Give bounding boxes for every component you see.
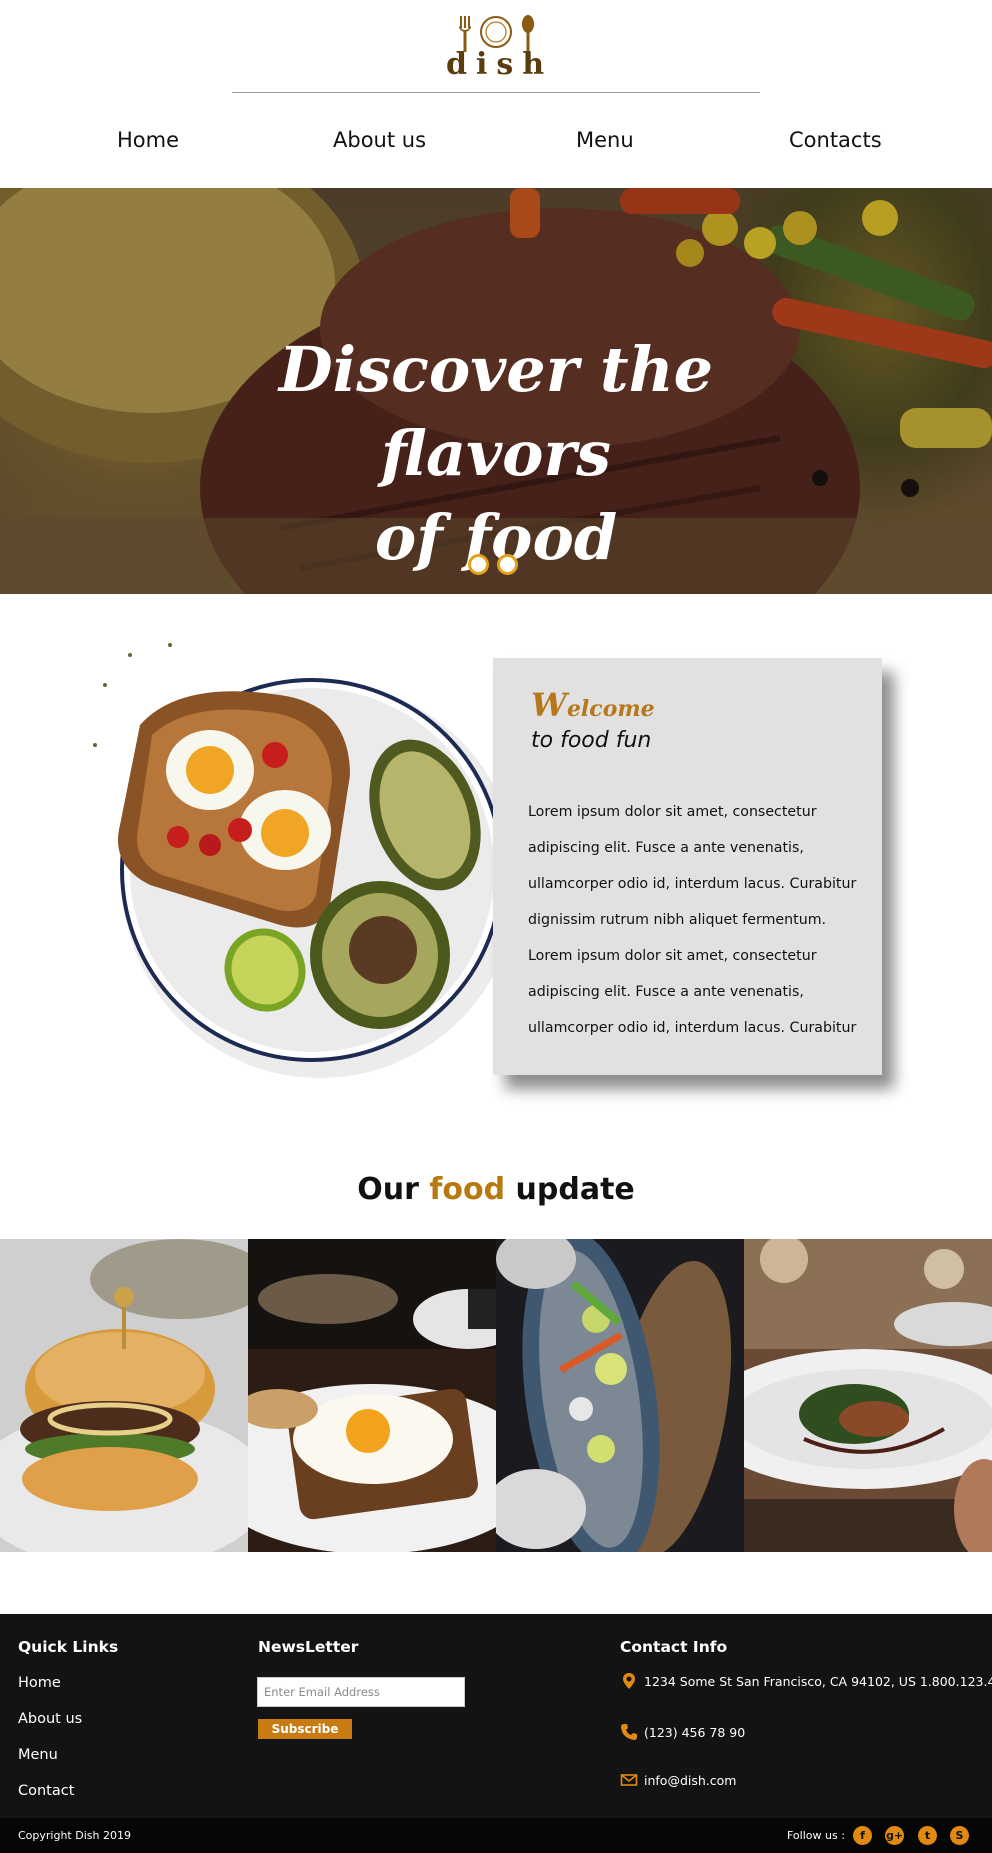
plated-dish-image bbox=[744, 1239, 992, 1552]
main-nav: Home About us Menu Contacts bbox=[0, 128, 992, 162]
grilled-fish-image bbox=[496, 1239, 744, 1552]
header-divider bbox=[232, 92, 760, 93]
google-plus-icon[interactable]: g+ bbox=[885, 1826, 904, 1845]
welcome-title-rest: elcome bbox=[566, 696, 655, 722]
dish-logo[interactable]: dish bbox=[446, 14, 546, 80]
hero-title-line-2: of food bbox=[374, 501, 618, 574]
grilled-fish-photo[interactable] bbox=[496, 1239, 744, 1552]
quick-links-heading: Quick Links bbox=[18, 1638, 119, 1656]
fried-egg-image bbox=[248, 1239, 496, 1552]
welcome-card: Welcome to food fun Lorem ipsum dolor si… bbox=[493, 658, 882, 1075]
skype-icon[interactable]: S bbox=[950, 1826, 969, 1845]
footer-link-contact[interactable]: Contact bbox=[18, 1783, 74, 1799]
facebook-icon[interactable]: f bbox=[853, 1826, 872, 1845]
burger-image bbox=[0, 1239, 248, 1552]
hero-title: Discover the flavors of food bbox=[160, 328, 832, 580]
contact-info-heading: Contact Info bbox=[620, 1638, 728, 1656]
logo-wordmark: dish bbox=[446, 47, 554, 82]
contact-phone: (123) 456 78 90 bbox=[644, 1725, 746, 1740]
footer-link-menu[interactable]: Menu bbox=[18, 1747, 58, 1763]
welcome-subtitle: to food fun bbox=[531, 728, 652, 753]
heading-word-update: update bbox=[515, 1172, 635, 1207]
nav-about-us[interactable]: About us bbox=[333, 128, 426, 152]
site-header: dish Home About us Menu Contacts bbox=[0, 0, 992, 188]
footer-link-about-us[interactable]: About us bbox=[18, 1711, 82, 1727]
site-footer: Quick Links Home About us Menu Contact N… bbox=[0, 1614, 992, 1818]
food-gallery bbox=[0, 1239, 992, 1552]
welcome-title: Welcome bbox=[531, 686, 655, 724]
map-pin-icon bbox=[623, 1673, 635, 1689]
contact-email[interactable]: info@dish.com bbox=[644, 1773, 736, 1788]
fried-egg-toast-photo[interactable] bbox=[248, 1239, 496, 1552]
nav-menu[interactable]: Menu bbox=[576, 128, 634, 152]
slider-dot-2[interactable] bbox=[497, 554, 518, 575]
contact-address: 1234 Some St San Francisco, CA 94102, US… bbox=[644, 1674, 992, 1689]
subscribe-button[interactable]: Subscribe bbox=[258, 1719, 352, 1739]
food-update-heading: Our food update bbox=[0, 1172, 992, 1207]
hero-title-line-1: Discover the flavors bbox=[278, 333, 714, 490]
footer-bottom-bar: Copyright Dish 2019 Follow us : f g+ t S bbox=[0, 1818, 992, 1853]
heading-word-our: Our bbox=[357, 1172, 419, 1207]
heading-word-food: food bbox=[429, 1172, 506, 1207]
plate-illustration bbox=[93, 643, 518, 1078]
burger-photo[interactable] bbox=[0, 1239, 248, 1552]
follow-us-label: Follow us : bbox=[787, 1829, 845, 1842]
nav-home[interactable]: Home bbox=[117, 128, 179, 152]
welcome-body-text: Lorem ipsum dolor sit amet, consectetur … bbox=[528, 804, 857, 1036]
newsletter-email-input[interactable] bbox=[257, 1677, 465, 1707]
hero-slider: Discover the flavors of food bbox=[0, 188, 992, 594]
twitter-icon[interactable]: t bbox=[918, 1826, 937, 1845]
nav-contacts[interactable]: Contacts bbox=[789, 128, 882, 152]
newsletter-heading: NewsLetter bbox=[258, 1638, 359, 1656]
phone-icon bbox=[621, 1724, 637, 1740]
welcome-title-initial: W bbox=[531, 686, 567, 724]
envelope-icon bbox=[620, 1774, 638, 1786]
breakfast-plate-image bbox=[80, 625, 518, 1095]
footer-link-home[interactable]: Home bbox=[18, 1675, 61, 1691]
slider-dot-1[interactable] bbox=[468, 554, 489, 575]
copyright-text: Copyright Dish 2019 bbox=[18, 1829, 131, 1842]
plated-dish-photo[interactable] bbox=[744, 1239, 992, 1552]
